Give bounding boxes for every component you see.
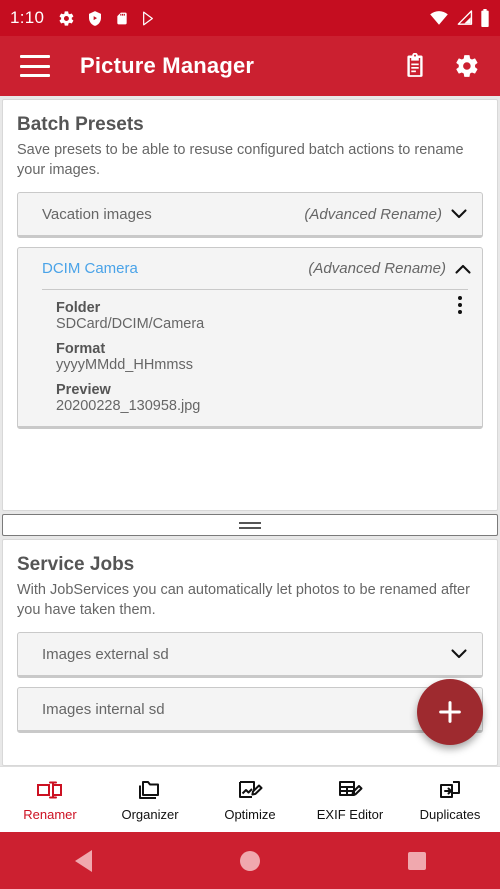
nav-label-duplicates: Duplicates	[419, 806, 481, 822]
image-edit-icon	[236, 778, 264, 802]
hamburger-menu-icon[interactable]	[20, 55, 50, 77]
main-content: Batch Presets Save presets to be able to…	[0, 96, 500, 766]
detail-value-format: yyyyMMdd_HHmmss	[56, 357, 193, 374]
rename-icon	[36, 778, 64, 802]
job-row-header[interactable]: Images external sd	[32, 633, 468, 675]
nav-item-duplicates[interactable]: Duplicates	[400, 778, 500, 822]
app-bar-actions	[404, 53, 480, 79]
table-edit-icon	[336, 778, 364, 802]
preset-details: Folder SDCard/DCIM/Camera Format yyyyMMd…	[32, 290, 468, 414]
job-name: Images external sd	[42, 645, 169, 663]
page-title: Picture Manager	[80, 53, 255, 78]
play-store-icon	[141, 10, 157, 27]
status-bar-system-icons	[429, 9, 490, 27]
batch-presets-panel: Batch Presets Save presets to be able to…	[2, 99, 498, 511]
job-row-external[interactable]: Images external sd	[17, 632, 483, 679]
preset-row-header[interactable]: Vacation images (Advanced Rename)	[32, 193, 468, 235]
job-row-internal[interactable]: Images internal sd	[17, 687, 483, 734]
detail-key-folder: Folder	[56, 300, 101, 317]
preset-type: (Advanced Rename)	[304, 205, 442, 223]
play-protect-icon	[87, 10, 103, 27]
nav-item-exif-editor[interactable]: EXIF Editor	[300, 778, 400, 822]
nav-label-exif-editor: EXIF Editor	[316, 806, 384, 822]
folder-icon	[136, 778, 164, 802]
nav-label-organizer: Organizer	[121, 806, 179, 822]
job-row-header[interactable]: Images internal sd	[32, 688, 468, 730]
detail-value-preview: 20200228_130958.jpg	[56, 398, 201, 415]
signal-icon	[456, 10, 473, 26]
preset-type: (Advanced Rename)	[308, 260, 446, 278]
nav-label-optimize: Optimize	[224, 806, 276, 822]
system-navigation-bar	[0, 832, 500, 889]
gear-icon	[58, 10, 75, 27]
chevron-down-icon[interactable]	[450, 209, 468, 219]
nav-item-organizer[interactable]: Organizer	[100, 778, 200, 822]
job-name: Images internal sd	[42, 700, 165, 718]
battery-icon	[480, 9, 490, 27]
add-button[interactable]	[417, 679, 483, 745]
back-triangle-icon	[74, 849, 92, 872]
preset-row-expanded[interactable]: DCIM Camera (Advanced Rename) Folder SDC…	[17, 247, 483, 430]
service-jobs-title: Service Jobs	[17, 554, 135, 575]
copy-icon	[436, 778, 464, 802]
sdcard-icon	[115, 10, 129, 27]
preset-row-collapsed[interactable]: Vacation images (Advanced Rename)	[17, 192, 483, 239]
drag-grip-icon	[239, 521, 261, 529]
detail-value-folder: SDCard/DCIM/Camera	[56, 316, 205, 333]
home-button[interactable]	[210, 841, 290, 881]
panel-drag-handle[interactable]	[2, 514, 498, 536]
chevron-down-icon[interactable]	[450, 649, 468, 659]
status-bar: 1:10	[0, 0, 500, 36]
app-bar: Picture Manager	[0, 36, 500, 96]
settings-gear-icon[interactable]	[454, 53, 480, 79]
preset-name: Vacation images	[42, 205, 152, 223]
preset-name-link[interactable]: DCIM Camera	[42, 260, 138, 277]
preset-row-header[interactable]: DCIM Camera (Advanced Rename)	[42, 248, 471, 291]
status-bar-clock: 1:10	[10, 8, 45, 27]
recents-button[interactable]	[377, 841, 457, 881]
status-bar-notification-icons	[58, 10, 157, 27]
recents-square-icon	[407, 851, 426, 870]
batch-presets-description: Save presets to be able to resuse config…	[17, 142, 464, 178]
batch-presets-title: Batch Presets	[17, 114, 144, 135]
clipboard-icon[interactable]	[404, 53, 428, 79]
detail-key-format: Format	[56, 341, 106, 358]
bottom-navigation: Renamer Organizer Optimize EXIF Editor D…	[0, 766, 500, 832]
back-button[interactable]	[43, 841, 123, 881]
wifi-icon	[429, 10, 449, 26]
service-jobs-panel: Service Jobs With JobServices you can au…	[2, 539, 498, 766]
nav-item-renamer[interactable]: Renamer	[0, 778, 100, 822]
nav-item-optimize[interactable]: Optimize	[200, 778, 300, 822]
overflow-menu-icon[interactable]	[456, 294, 464, 316]
nav-label-renamer: Renamer	[23, 806, 77, 822]
home-circle-icon	[239, 850, 260, 871]
detail-key-preview: Preview	[56, 382, 111, 399]
service-jobs-description: With JobServices you can automatically l…	[17, 582, 470, 618]
plus-icon	[439, 701, 461, 723]
chevron-up-icon[interactable]	[454, 264, 472, 274]
app-root: 1:10 Picture Manager Batch Presets Save …	[0, 0, 500, 889]
